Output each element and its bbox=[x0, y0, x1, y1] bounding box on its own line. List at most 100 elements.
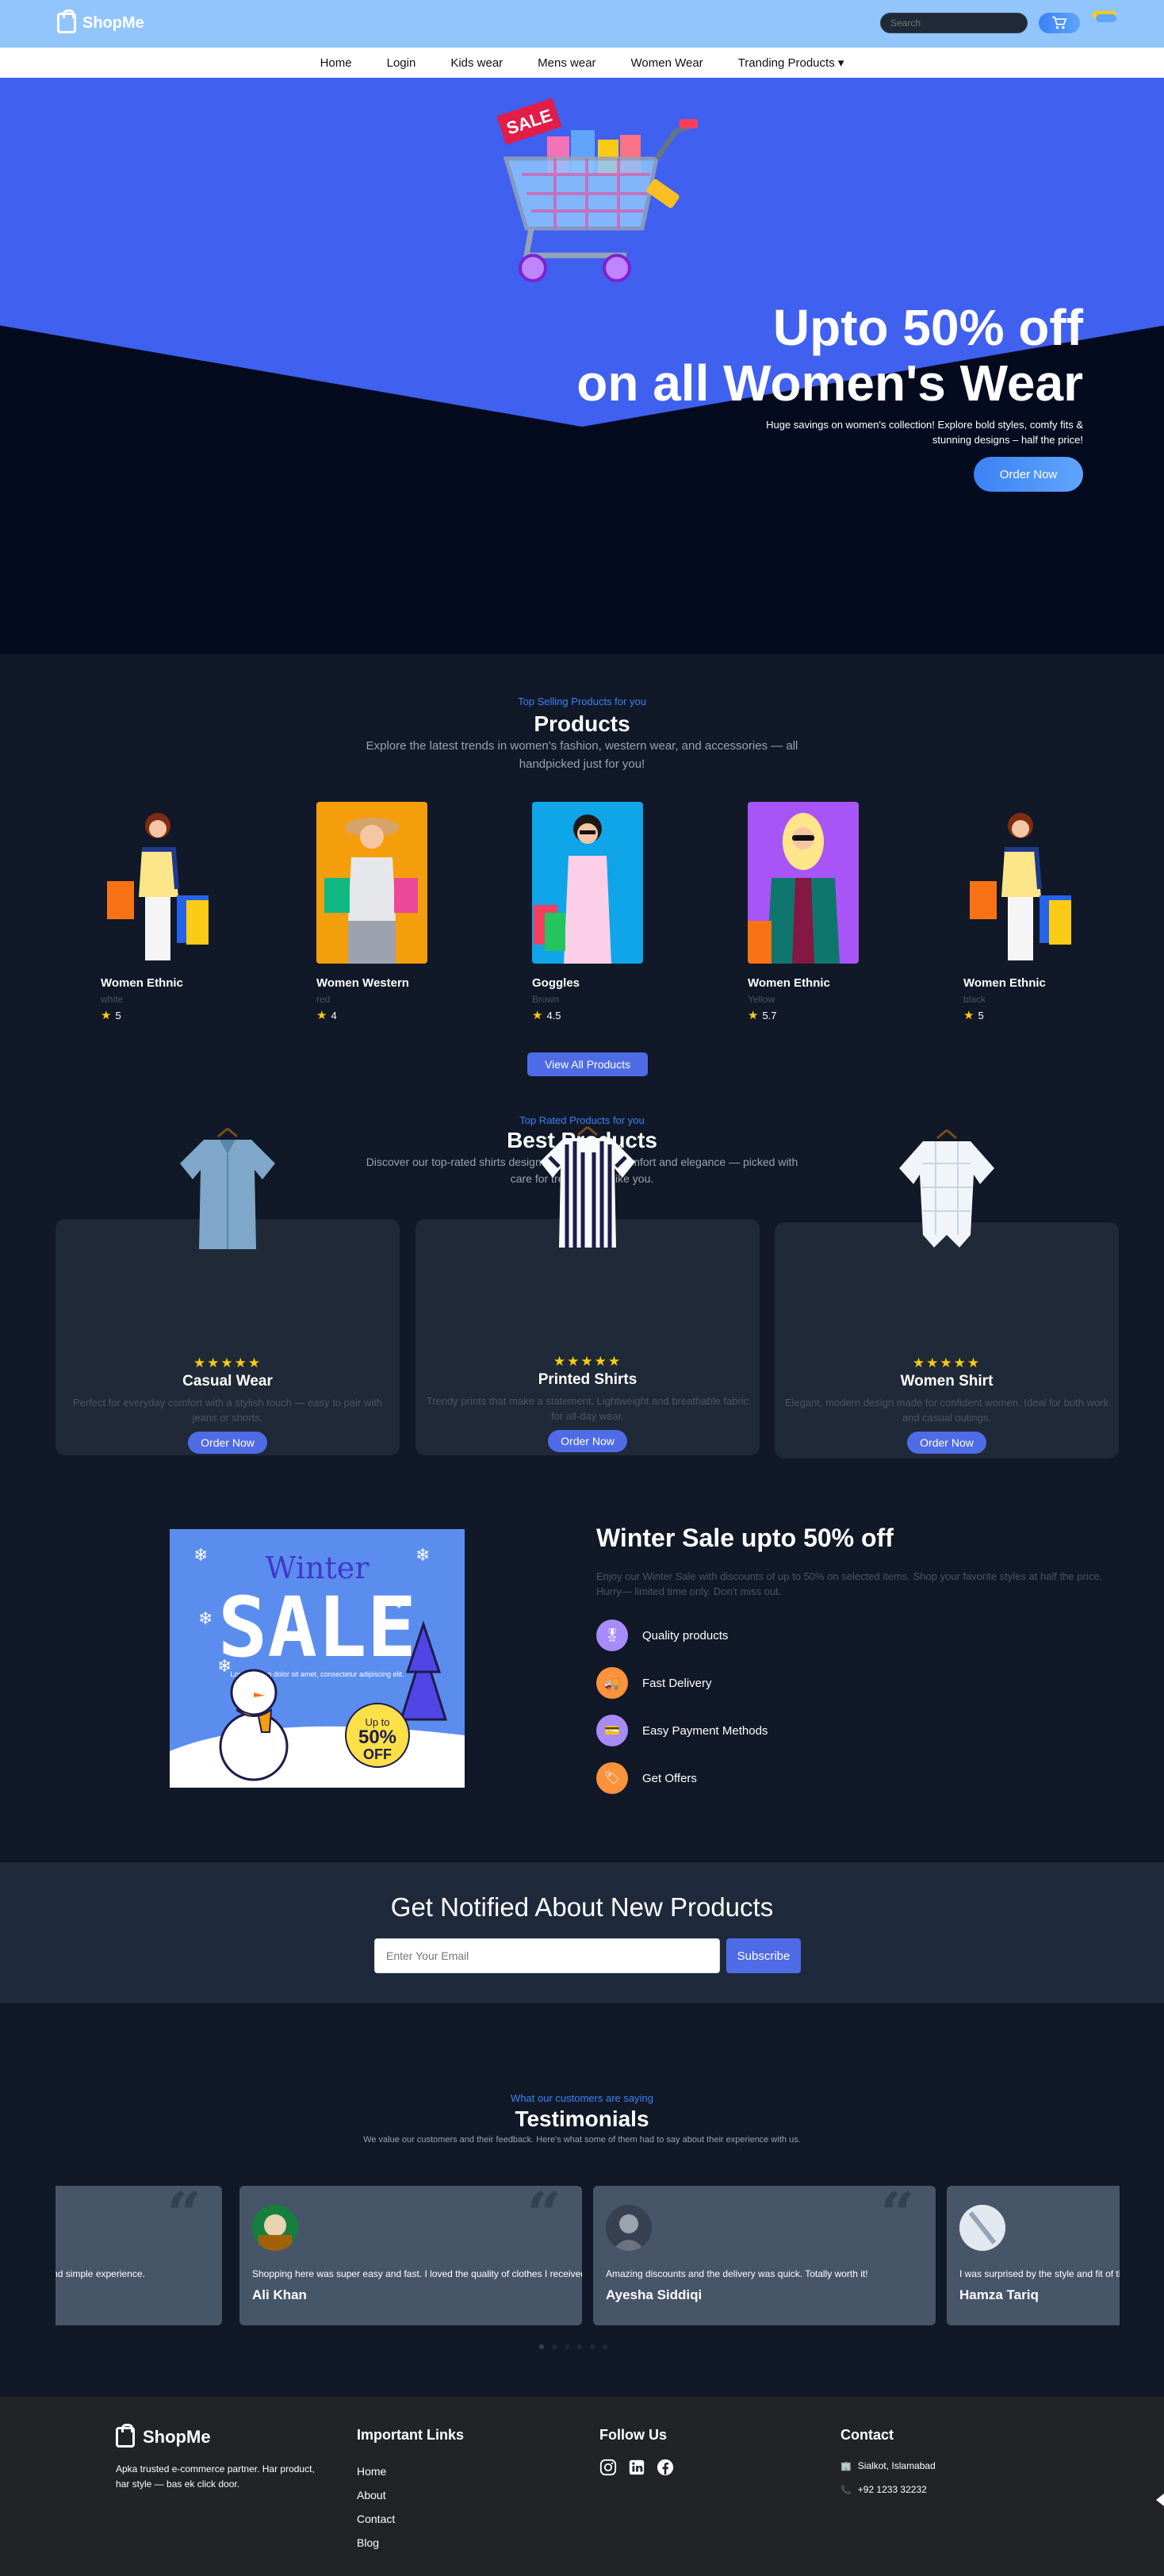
product-image bbox=[748, 802, 859, 964]
scroll-arrow-icon[interactable] bbox=[1154, 2490, 1164, 2509]
brand-name: ShopMe bbox=[82, 13, 144, 32]
carousel-dots bbox=[539, 2344, 607, 2349]
order-now-button[interactable]: Order Now bbox=[548, 1430, 627, 1452]
product-color: Brown bbox=[532, 994, 560, 1005]
quote-icon: “ bbox=[167, 2186, 201, 2249]
testimonial-text: I was surprised by the style and fit of … bbox=[959, 2268, 1120, 2279]
building-icon: 🏢 bbox=[840, 2461, 852, 2471]
footer-link-about[interactable]: About bbox=[357, 2489, 386, 2501]
footer-brand-name: ShopMe bbox=[143, 2427, 211, 2447]
footer-brand[interactable]: ShopMe bbox=[116, 2424, 211, 2448]
nav-home[interactable]: Home bbox=[303, 56, 369, 70]
product-card[interactable]: Goggles Brown ★ 4.5 bbox=[532, 802, 659, 1032]
testimonials-description: We value our customers and their feedbac… bbox=[363, 2135, 801, 2145]
search-input[interactable] bbox=[880, 13, 1028, 33]
delivery-icon: 🚚 bbox=[596, 1667, 628, 1699]
order-now-button[interactable]: Order Now bbox=[188, 1432, 267, 1454]
testimonial-card: “ Amazing discounts and the delivery was… bbox=[593, 2186, 936, 2325]
rating-value: 4 bbox=[331, 1009, 337, 1022]
facebook-icon[interactable] bbox=[657, 2459, 674, 2476]
product-image bbox=[101, 802, 212, 964]
product-card[interactable]: Women Western red ★ 4 bbox=[316, 802, 443, 1032]
rating-value: 5.7 bbox=[762, 1009, 777, 1022]
testimonials-title: Testimonials bbox=[515, 2106, 649, 2131]
testimonial-card: “ Shopping here was super easy and fast.… bbox=[239, 2186, 582, 2325]
hero-subtitle: Huge savings on women's collection! Expl… bbox=[766, 419, 1083, 446]
carousel-dot[interactable] bbox=[539, 2344, 544, 2349]
testimonial-text: Shopping here was super easy and fast. I… bbox=[252, 2268, 582, 2279]
medal-icon: 🎖 bbox=[596, 1620, 628, 1651]
star-icon: ★ bbox=[963, 1009, 974, 1022]
testimonials-kicker: What our customers are saying bbox=[511, 2092, 653, 2104]
payment-icon: 💳 bbox=[596, 1715, 628, 1746]
feature-item: 🎖 Quality products bbox=[596, 1620, 728, 1651]
footer-link-blog[interactable]: Blog bbox=[357, 2536, 379, 2549]
product-card[interactable]: Women Ethnic black ★ 5 bbox=[963, 802, 1090, 1032]
nav-kids-wear[interactable]: Kids wear bbox=[433, 56, 520, 70]
brand-logo[interactable]: ShopMe bbox=[57, 10, 144, 33]
hero-title: Upto 50% off on all Women's Wear bbox=[576, 300, 1083, 411]
product-rating: ★ 4 bbox=[316, 1008, 337, 1022]
product-name: Women Ethnic bbox=[748, 976, 830, 990]
testimonials-carousel[interactable]: “ Great shopping experience. Smooth and … bbox=[56, 2186, 1120, 2325]
product-color: Yellow bbox=[748, 994, 775, 1005]
cart-icon bbox=[1052, 16, 1067, 29]
products-kicker: Top Selling Products for you bbox=[518, 696, 646, 707]
products-description: Explore the latest trends in women's fas… bbox=[366, 739, 798, 771]
subscribe-button[interactable]: Subscribe bbox=[726, 1938, 801, 1973]
cart-button[interactable] bbox=[1039, 13, 1080, 33]
footer-link-contact[interactable]: Contact bbox=[357, 2513, 395, 2525]
best-product-description: Perfect for everyday comfort with a styl… bbox=[72, 1397, 383, 1424]
email-field[interactable] bbox=[374, 1938, 720, 1973]
product-name: Women Western bbox=[316, 976, 409, 990]
best-product-description: Trendy prints that make a statement. Lig… bbox=[426, 1395, 749, 1422]
hero-banner: SALE Upto 50% off on all Women's Wear Hu… bbox=[0, 78, 1164, 654]
main-navbar: Home Login Kids wear Mens wear Women Wea… bbox=[0, 48, 1164, 78]
hero-order-now-button[interactable]: Order Now bbox=[974, 457, 1083, 492]
testimonial-name: Ali Khan bbox=[252, 2287, 307, 2302]
product-color: black bbox=[963, 994, 986, 1005]
hero-title-line2: on all Women's Wear bbox=[576, 355, 1083, 412]
carousel-dot[interactable] bbox=[590, 2344, 595, 2349]
best-product-description: Elegant, modern design made for confiden… bbox=[784, 1397, 1109, 1424]
feature-label: Quality products bbox=[642, 1628, 729, 1643]
address-text: Sialkot, Islamabad bbox=[857, 2460, 936, 2471]
feature-item: 💳 Easy Payment Methods bbox=[596, 1715, 768, 1746]
product-card[interactable]: Women Ethnic Yellow ★ 5.7 bbox=[748, 802, 875, 1032]
nav-trending-products-dropdown[interactable]: Tranding Products bbox=[721, 56, 862, 70]
newsletter-section: Get Notified About New Products Subscrib… bbox=[0, 1862, 1164, 2003]
linkedin-icon[interactable] bbox=[628, 2459, 645, 2476]
instagram-icon[interactable] bbox=[599, 2459, 617, 2476]
order-now-button[interactable]: Order Now bbox=[907, 1432, 986, 1454]
nav-mens-wear[interactable]: Mens wear bbox=[520, 56, 613, 70]
best-product-card[interactable]: ★★★★★ Casual Wear Perfect for everyday c… bbox=[56, 1127, 400, 1455]
carousel-dot[interactable] bbox=[603, 2344, 607, 2349]
feature-label: Easy Payment Methods bbox=[642, 1723, 768, 1738]
star-icon: ★ bbox=[532, 1009, 543, 1022]
best-product-name: Women Shirt bbox=[900, 1373, 994, 1390]
site-footer: ShopMe Apka trusted e-commerce partner. … bbox=[0, 2397, 1164, 2576]
rating-stars: ★★★★★ bbox=[193, 1355, 262, 1370]
carousel-dot[interactable] bbox=[577, 2344, 582, 2349]
view-all-products-button[interactable]: View All Products bbox=[527, 1052, 648, 1076]
carousel-dot[interactable] bbox=[565, 2344, 569, 2349]
social-links bbox=[599, 2459, 674, 2476]
nav-women-wear[interactable]: Women Wear bbox=[614, 56, 721, 70]
best-product-card[interactable]: ★★★★★ Printed Shirts Trendy prints that … bbox=[415, 1125, 760, 1455]
star-icon: ★ bbox=[101, 1009, 112, 1022]
rating-stars: ★★★★★ bbox=[912, 1355, 982, 1370]
product-card[interactable]: Women Ethnic white ★ 5 bbox=[101, 802, 228, 1032]
offer-tag-icon: 🏷 bbox=[596, 1762, 628, 1794]
footer-link-home[interactable]: Home bbox=[357, 2465, 386, 2478]
product-name: Women Ethnic bbox=[963, 976, 1046, 990]
footer-address: 🏢 Sialkot, Islamabad bbox=[840, 2460, 936, 2471]
feature-item: 🚚 Fast Delivery bbox=[596, 1667, 712, 1699]
nav-login[interactable]: Login bbox=[369, 56, 434, 70]
product-name: Women Ethnic bbox=[101, 976, 183, 990]
product-color: white bbox=[101, 994, 124, 1005]
best-product-card[interactable]: ★★★★★ Women Shirt Elegant, modern design… bbox=[775, 1129, 1119, 1459]
carousel-dot[interactable] bbox=[552, 2344, 557, 2349]
product-image bbox=[316, 802, 427, 964]
product-color: red bbox=[316, 994, 331, 1005]
theme-toggle-icon[interactable] bbox=[1091, 8, 1118, 24]
